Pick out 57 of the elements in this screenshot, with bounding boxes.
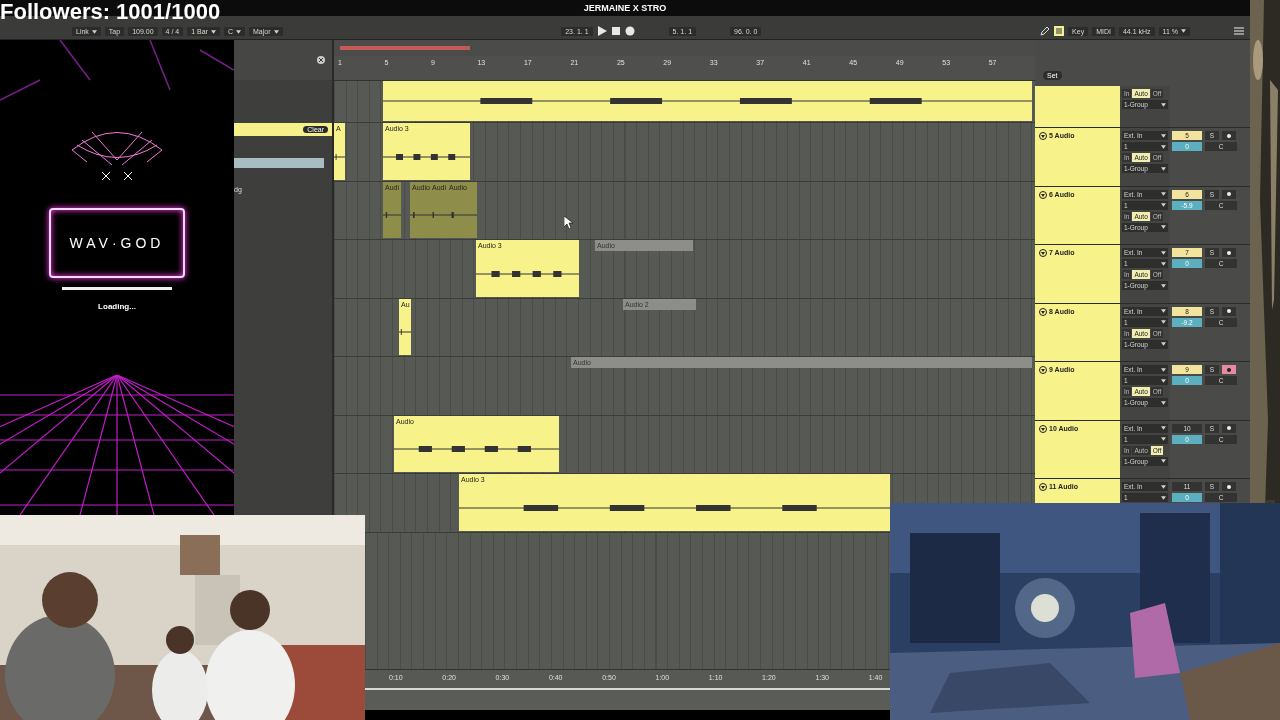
logo: WAV·GOD [49,208,185,278]
arm-button[interactable] [1222,189,1236,199]
caret-icon [91,29,97,34]
arm-button[interactable] [1222,306,1236,316]
caret-icon [210,29,216,34]
fold-icon[interactable] [1039,483,1047,491]
fold-icon[interactable] [1039,307,1047,316]
waveform [399,329,411,336]
follower-count: Followers: 1001/1000 [0,0,221,24]
piano-icon[interactable] [1054,26,1065,36]
caret-icon [1161,320,1166,324]
caret-icon [273,29,279,34]
caret-icon [1161,484,1166,489]
caret-icon [1161,250,1166,255]
caret-icon [1161,342,1166,346]
close-icon[interactable] [316,55,326,65]
caret-icon [1161,400,1166,405]
caret-icon [1161,166,1166,171]
caret-icon [1161,459,1166,463]
caret-icon [1161,261,1166,266]
caret-icon [1161,133,1166,138]
caret-icon [1161,367,1166,372]
arm-button[interactable] [1222,423,1236,433]
fold-icon[interactable] [1039,132,1047,140]
caret-icon [1161,225,1166,229]
arm-button[interactable] [1222,365,1236,374]
arm-button[interactable] [1222,482,1236,491]
caret-icon [1161,309,1166,313]
window-title: JERMAINE X STRO [583,3,667,13]
fold-icon[interactable] [1039,190,1047,199]
scroll-bar-area[interactable] [365,688,890,720]
fold-icon[interactable] [1039,366,1047,374]
caret-icon [1161,283,1166,288]
loading-text: Loading... [98,302,136,311]
caret-icon [1161,437,1166,441]
caret-icon [1161,495,1166,500]
fold-icon[interactable] [1039,424,1047,433]
stop-icon[interactable] [610,26,621,36]
caret-icon [1181,29,1186,33]
caret-icon [1161,426,1166,430]
audio-clip[interactable] [383,81,1032,121]
menu-icon[interactable] [1234,26,1244,36]
record-icon[interactable] [624,26,635,36]
waveform [383,212,401,219]
caret-icon [1161,144,1166,149]
caret-icon [1161,378,1166,383]
caret-icon [1161,203,1166,207]
play-icon[interactable] [596,26,607,36]
arm-button[interactable] [1222,248,1236,257]
pointer-icon [564,216,573,229]
caret-icon [236,29,241,34]
arm-button[interactable] [1222,131,1236,140]
caret-icon [1161,192,1166,196]
caret-icon [1161,102,1166,107]
fold-icon[interactable] [1039,249,1047,257]
empty-track-area[interactable] [365,532,890,669]
pencil-icon[interactable] [1040,26,1051,36]
